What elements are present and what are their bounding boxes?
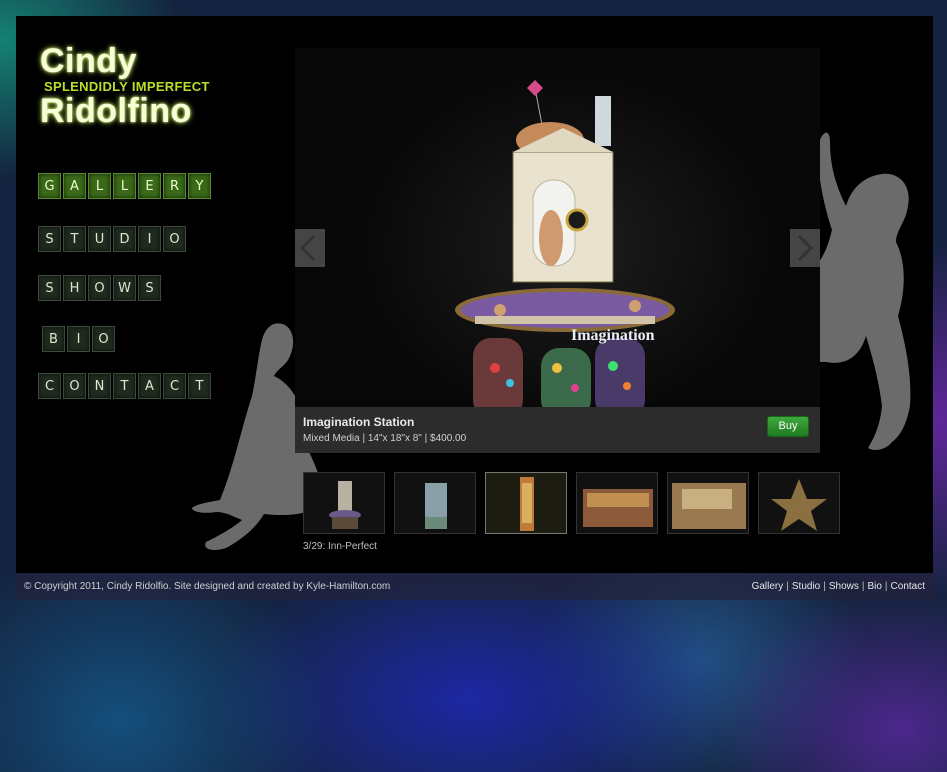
nav-tile: T	[113, 373, 136, 399]
nav-tile: S	[38, 226, 61, 252]
footer-link-contact[interactable]: Contact	[891, 581, 925, 592]
nav-tile: I	[67, 326, 90, 352]
thumbnail-5[interactable]	[667, 472, 749, 534]
thumbnail-4-image	[583, 489, 653, 527]
nav-tile: D	[113, 226, 136, 252]
nav-tile: C	[38, 373, 61, 399]
thumbnail-4[interactable]	[576, 472, 658, 534]
thumbnail-3[interactable]	[485, 472, 567, 534]
gallery-counter: 3/29: Inn-Perfect	[303, 541, 377, 552]
nav-tile: C	[163, 373, 186, 399]
nav-tile: N	[88, 373, 111, 399]
nav-studio[interactable]: STUDIO	[38, 226, 186, 252]
footer: © Copyright 2011, Cindy Ridolfio. Site d…	[16, 573, 933, 600]
nav-tile: L	[113, 173, 136, 199]
thumbnail-2-image	[425, 483, 447, 529]
logo-name-last[interactable]: Ridolfino	[40, 92, 192, 131]
nav-tile: H	[63, 275, 86, 301]
site-frame: Cindy SPLENDIDLY IMPERFECT Ridolfino GAL…	[16, 16, 933, 573]
footer-link-shows[interactable]: Shows	[829, 581, 859, 592]
nav-tile: S	[38, 275, 61, 301]
standing-woman-silhouette	[816, 132, 911, 450]
prev-arrow-button[interactable]	[295, 229, 325, 267]
next-arrow-button[interactable]	[790, 229, 820, 267]
thumbnail-2[interactable]	[394, 472, 476, 534]
caption-bar: Imagination Station Mixed Media | 14"x 1…	[295, 407, 820, 453]
footer-links: Gallery | Studio | Shows | Bio | Contact	[751, 581, 925, 592]
thumbnail-1[interactable]	[303, 472, 385, 534]
nav-tile: U	[88, 226, 111, 252]
thumbnail-3-image	[520, 477, 534, 531]
nav-gallery[interactable]: GALLERY	[38, 173, 211, 199]
nav-tile: O	[92, 326, 115, 352]
nav-tile: B	[42, 326, 65, 352]
thumbnail-6[interactable]	[758, 472, 840, 534]
footer-link-bio[interactable]: Bio	[867, 581, 881, 592]
thumbnail-6-image	[771, 479, 827, 531]
thumbnail-1-image	[329, 481, 361, 529]
nav-tile: I	[138, 226, 161, 252]
thumbnail-5-image	[672, 483, 746, 529]
footer-copyright: © Copyright 2011, Cindy Ridolfio. Site d…	[24, 581, 391, 592]
nav-tile: L	[88, 173, 111, 199]
artwork-house-sculpture: Imagination	[455, 80, 675, 407]
nav-tile: W	[113, 275, 136, 301]
nav-tile: O	[63, 373, 86, 399]
nav-tile: E	[138, 173, 161, 199]
artwork-title: Imagination Station	[303, 415, 415, 429]
chevron-left-icon	[299, 234, 316, 262]
nav-tile: O	[88, 275, 111, 301]
nav-tile: G	[38, 173, 61, 199]
artwork-details: Mixed Media | 14"x 18"x 8" | $400.00	[303, 433, 467, 444]
logo-name-first[interactable]: Cindy	[40, 42, 137, 81]
nav-tile: A	[138, 373, 161, 399]
footer-link-gallery[interactable]: Gallery	[752, 581, 784, 592]
footer-link-studio[interactable]: Studio	[792, 581, 820, 592]
nav-tile: O	[163, 226, 186, 252]
chevron-right-icon	[797, 234, 814, 262]
nav-tile: T	[63, 226, 86, 252]
nav-tile: S	[138, 275, 161, 301]
main-artwork-image[interactable]: Imagination	[295, 48, 820, 407]
nav-tile: R	[163, 173, 186, 199]
nav-tile: Y	[188, 173, 211, 199]
buy-button[interactable]: Buy	[767, 416, 809, 437]
nav-shows[interactable]: SHOWS	[38, 275, 161, 301]
nav-bio[interactable]: BIO	[42, 326, 115, 352]
nav-tile: A	[63, 173, 86, 199]
imagination-sign: Imagination	[571, 327, 655, 344]
